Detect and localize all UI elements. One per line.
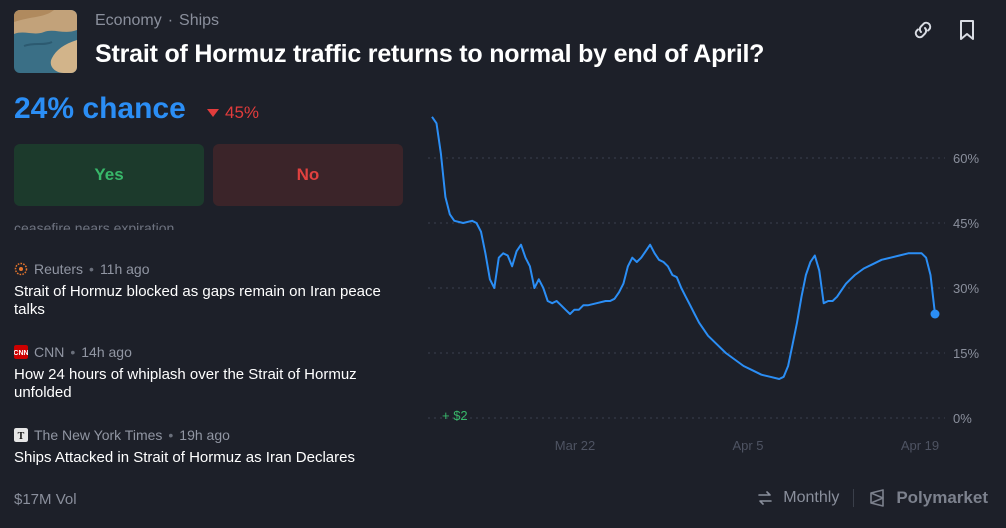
y-tick-label: 45% [953, 216, 979, 231]
yes-button[interactable]: Yes [14, 144, 204, 206]
delta-value: 45% [225, 103, 260, 122]
brand-name: Polymarket [896, 488, 988, 507]
y-tick-label: 30% [953, 281, 979, 296]
chance-delta: 45% [207, 103, 259, 123]
news-item[interactable]: T The New York Times • 19h ago Ships Att… [14, 427, 404, 467]
x-tick-label: Apr 19 [901, 438, 939, 453]
news-headline[interactable]: Ships Attacked in Strait of Hormuz as Ir… [14, 449, 404, 467]
svg-text:CNN: CNN [14, 350, 28, 357]
x-tick-label: Apr 5 [732, 438, 763, 453]
interval-selector[interactable]: Monthly [783, 489, 839, 507]
news-partial-line: ceasefire nears expiration [14, 220, 175, 230]
series-line [431, 116, 936, 380]
news-list[interactable]: ceasefire nears expiration Reuters • 11h… [14, 212, 404, 468]
polymarket-logo-icon [870, 489, 885, 507]
chart-annotation: + $2 [442, 408, 468, 423]
y-tick-label: 60% [953, 151, 979, 166]
news-source: Reuters [34, 261, 84, 277]
reuters-icon [14, 262, 28, 276]
svg-text:T: T [18, 431, 25, 442]
breadcrumb-separator: · [167, 12, 174, 29]
cnn-icon: CNN [14, 345, 28, 359]
price-chart[interactable]: 60% 45% 30% 15% 0% Mar 22 Apr 5 Apr 19 + $2 [420, 100, 1006, 470]
no-button[interactable]: No [213, 144, 403, 206]
footer-divider [853, 489, 855, 507]
news-dot: • [70, 344, 76, 360]
y-tick-label: 0% [953, 411, 972, 426]
chance-value: 24% chance [14, 92, 186, 125]
volume-label: $17M Vol [14, 491, 77, 508]
news-time: 19h ago [179, 427, 230, 443]
news-time: 14h ago [81, 344, 132, 360]
news-source: The New York Times [34, 427, 163, 443]
swap-icon[interactable] [757, 490, 773, 506]
news-item[interactable]: Reuters • 11h ago Strait of Hormuz block… [14, 261, 404, 319]
subcategory-link[interactable]: Ships [179, 12, 219, 30]
down-triangle-icon [207, 109, 219, 117]
footer-controls: Monthly Polymarket [757, 488, 988, 508]
news-headline[interactable]: Strait of Hormuz blocked as gaps remain … [14, 283, 404, 319]
news-source: CNN [34, 344, 65, 360]
nyt-icon: T [14, 428, 28, 442]
market-thumbnail [14, 10, 77, 73]
category-link[interactable]: Economy [95, 12, 162, 30]
news-time: 11h ago [99, 261, 150, 277]
bookmark-icon[interactable] [955, 18, 979, 42]
y-tick-label: 15% [953, 346, 979, 361]
market-title: Strait of Hormuz traffic returns to norm… [95, 40, 765, 68]
news-item[interactable]: CNN CNN • 14h ago How 24 hours of whipla… [14, 344, 404, 402]
breadcrumb: Economy · Ships [95, 12, 219, 30]
news-dot: • [168, 427, 174, 443]
news-headline[interactable]: How 24 hours of whiplash over the Strait… [14, 366, 404, 402]
link-icon[interactable] [911, 18, 935, 42]
current-point[interactable] [930, 309, 940, 319]
x-tick-label: Mar 22 [555, 438, 595, 453]
news-dot: • [89, 261, 94, 277]
